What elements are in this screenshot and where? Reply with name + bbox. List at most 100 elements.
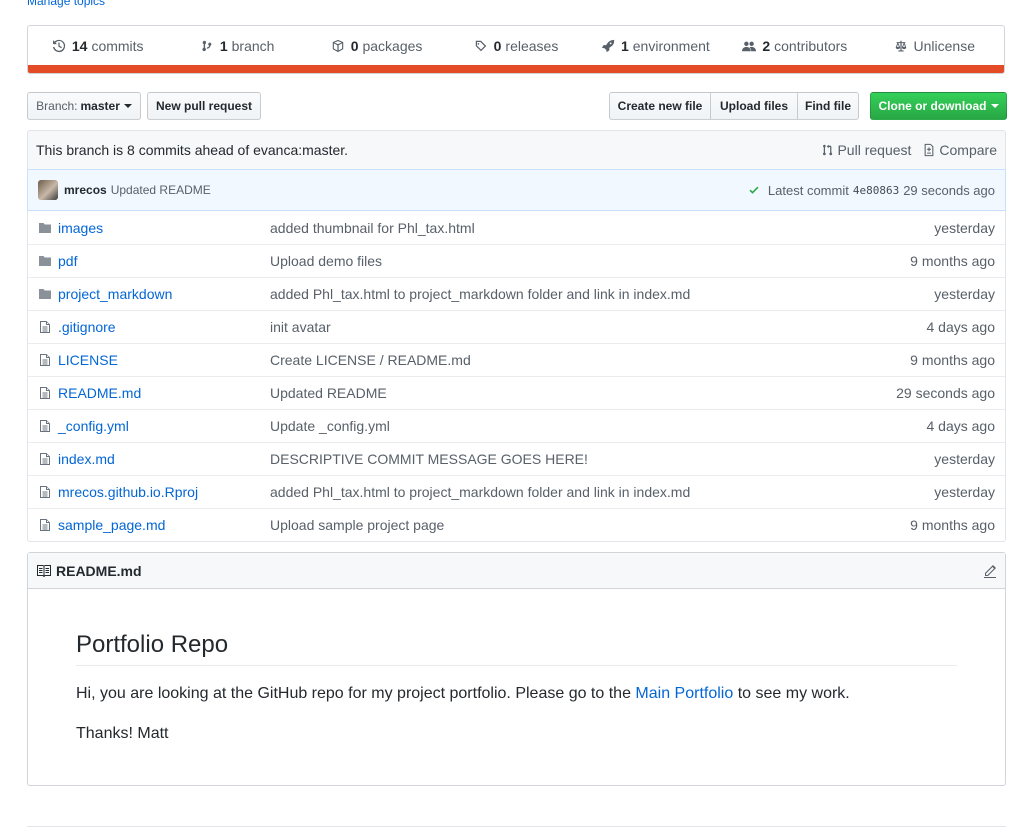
summary-environments[interactable]: 1 environment	[586, 38, 725, 54]
releases-count: 0	[493, 38, 502, 54]
repo-summary: 14 commits 1 branch 0 packages 0 release…	[27, 25, 1005, 74]
branch-select-button[interactable]: Branch: master	[27, 92, 141, 120]
file-icon	[38, 419, 52, 433]
folder-icon	[38, 287, 52, 301]
footer-divider	[27, 826, 1006, 827]
folder-icon	[38, 254, 52, 268]
file-icon	[38, 485, 52, 499]
file-commit-message-link[interactable]: DESCRIPTIVE COMMIT MESSAGE GOES HERE!	[270, 451, 934, 467]
branches-label: branch	[231, 38, 275, 54]
summary-packages[interactable]: 0 packages	[307, 38, 446, 54]
summary-releases[interactable]: 0 releases	[446, 38, 585, 54]
language-bar[interactable]	[28, 65, 1004, 73]
check-icon	[749, 186, 759, 194]
file-row: .gitignore init avatar 4 days ago	[28, 310, 1005, 343]
file-commit-message-link[interactable]: Update _config.yml	[270, 418, 927, 434]
file-commit-message-link[interactable]: init avatar	[270, 319, 927, 335]
file-age: 9 months ago	[910, 517, 995, 533]
pull-request-label: Pull request	[837, 142, 912, 158]
branch-ahead-message: This branch is 8 commits ahead of evanca…	[36, 142, 349, 158]
readme-content: Portfolio Repo Hi, you are looking at th…	[28, 631, 1005, 746]
file-icon	[38, 452, 52, 466]
branches-count: 1	[219, 38, 228, 54]
readme-filename: README.md	[56, 562, 142, 579]
file-navigation: Branch: master New pull request Create n…	[27, 92, 1007, 120]
file-icon	[38, 353, 52, 367]
compare-link[interactable]: Compare	[923, 142, 997, 158]
file-age: 9 months ago	[910, 352, 995, 368]
readme-intro: Hi, you are looking at the GitHub repo f…	[76, 682, 957, 706]
commit-sha-link[interactable]: 4e80863	[853, 184, 899, 197]
file-commit-message-link[interactable]: Upload sample project page	[270, 517, 910, 533]
caret-down-icon	[990, 104, 999, 108]
file-commit-message-link[interactable]: Create LICENSE / README.md	[270, 352, 910, 368]
summary-contributors[interactable]: 2 contributors	[725, 38, 864, 54]
rocket-icon	[601, 39, 615, 53]
commits-label: commits	[91, 38, 144, 54]
file-name-link[interactable]: pdf	[58, 253, 270, 269]
compare-label: Compare	[939, 142, 997, 158]
file-row: pdf Upload demo files 9 months ago	[28, 244, 1005, 277]
diff-icon	[925, 143, 934, 157]
summary-commits[interactable]: 14 commits	[28, 38, 167, 54]
people-icon	[742, 41, 757, 52]
file-commit-message-link[interactable]: added thumbnail for Phl_tax.html	[270, 220, 934, 236]
file-name-link[interactable]: README.md	[58, 385, 270, 401]
new-pull-request-button[interactable]: New pull request	[147, 92, 261, 120]
file-commit-message-link[interactable]: added Phl_tax.html to project_markdown f…	[270, 484, 934, 500]
file-age: 4 days ago	[926, 319, 996, 335]
main-portfolio-link[interactable]: Main Portfolio	[635, 685, 733, 702]
branch-name: master	[80, 99, 120, 113]
file-age: yesterday	[934, 286, 995, 302]
commit-age: 29 seconds ago	[903, 182, 995, 198]
manage-topics-link[interactable]: Manage topics	[27, 0, 105, 8]
create-new-file-button[interactable]: Create new file	[609, 92, 711, 120]
packages-label: packages	[362, 38, 423, 54]
upload-files-button[interactable]: Upload files	[710, 92, 798, 120]
find-file-button[interactable]: Find file	[797, 92, 859, 120]
file-row: images added thumbnail for Phl_tax.html ye…	[28, 211, 1005, 244]
environments-label: environment	[632, 38, 710, 54]
file-age: 4 days ago	[926, 418, 996, 434]
file-name-link[interactable]: mrecos.github.io.Rproj	[58, 484, 270, 500]
contributors-label: contributors	[774, 38, 848, 54]
caret-down-icon	[123, 104, 132, 108]
file-age: 9 months ago	[910, 253, 995, 269]
branch-icon	[202, 40, 212, 52]
contributors-count: 2	[762, 38, 771, 54]
tag-icon	[475, 40, 486, 52]
file-name-link[interactable]: LICENSE	[58, 352, 270, 368]
file-name-link[interactable]: .gitignore	[58, 319, 270, 335]
file-row: mrecos.github.io.Rproj added Phl_tax.html…	[28, 475, 1005, 508]
readme-intro-tail: to see my work.	[737, 685, 850, 702]
pull-request-link[interactable]: Pull request	[821, 142, 911, 158]
file-age: yesterday	[934, 451, 995, 467]
file-row: LICENSE Create LICENSE / README.md 9 month…	[28, 343, 1005, 376]
file-name-link[interactable]: images	[58, 220, 270, 236]
file-age: 29 seconds ago	[896, 385, 995, 401]
commit-author-link[interactable]: mrecos	[64, 183, 107, 197]
summary-license[interactable]: Unlicense	[865, 38, 1004, 54]
readme-header: README.md	[28, 553, 1005, 589]
file-name-link[interactable]: index.md	[58, 451, 270, 467]
clone-download-button[interactable]: Clone or download	[870, 92, 1007, 120]
pull-request-icon	[823, 144, 833, 156]
pencil-icon[interactable]	[983, 564, 997, 578]
folder-icon	[38, 221, 52, 235]
commit-message-link[interactable]: Updated README	[111, 183, 211, 197]
environments-count: 1	[620, 38, 629, 54]
avatar[interactable]	[38, 180, 58, 200]
file-commit-message-link[interactable]: Updated README	[270, 385, 896, 401]
file-commit-message-link[interactable]: Upload demo files	[270, 253, 910, 269]
readme-intro-text: Hi, you are looking at the GitHub repo f…	[76, 685, 631, 702]
file-name-link[interactable]: sample_page.md	[58, 517, 270, 533]
readme-heading: Portfolio Repo	[76, 631, 957, 666]
commits-count: 14	[71, 38, 88, 54]
readme-signoff: Thanks! Matt	[76, 725, 169, 742]
file-name-link[interactable]: _config.yml	[58, 418, 270, 434]
file-name-link[interactable]: project_markdown	[58, 286, 270, 302]
package-icon	[332, 39, 343, 53]
summary-branches[interactable]: 1 branch	[167, 38, 306, 54]
file-commit-message-link[interactable]: added Phl_tax.html to project_markdown f…	[270, 286, 934, 302]
clone-download-label: Clone or download	[878, 99, 987, 113]
